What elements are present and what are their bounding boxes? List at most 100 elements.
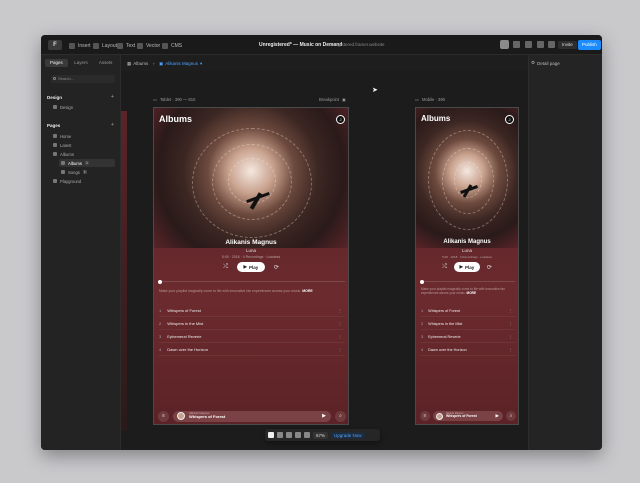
- track-row[interactable]: 3 Ephemeral Reverie ⋮: [159, 331, 345, 343]
- track-row[interactable]: 2 Whispers in the Mist ⋮: [421, 318, 515, 330]
- tab-assets[interactable]: Assets: [94, 59, 117, 67]
- breadcrumb-detail[interactable]: ▣ Alikanis Magnus ▾: [159, 60, 202, 67]
- progress-thumb[interactable]: [420, 279, 424, 284]
- hand-tool-icon[interactable]: [277, 432, 283, 438]
- upgrade-button[interactable]: Upgrade Now: [331, 431, 365, 439]
- breakpoint-label[interactable]: Breakpoint ▣: [319, 97, 346, 102]
- add-page-icon[interactable]: +: [111, 122, 114, 128]
- sidebar-item-albums[interactable]: Albums: [53, 150, 74, 158]
- tab-pages[interactable]: Pages: [45, 59, 68, 67]
- track-row[interactable]: 3 Ephemeral Reverie ⋮: [421, 331, 515, 343]
- play-icon[interactable]: ▶: [496, 413, 499, 419]
- gear-icon[interactable]: [525, 41, 532, 48]
- breakpoint-text: Breakpoint: [319, 97, 340, 102]
- sidebar-item-design[interactable]: Design: [53, 103, 73, 111]
- breadcrumb-albums[interactable]: ▦ Albums: [127, 60, 148, 67]
- cursor-tool-icon[interactable]: [268, 432, 274, 438]
- repeat-icon[interactable]: ⟳: [487, 264, 492, 271]
- album-meta: 5:00 · 2018 · 4 Recordings · Lossless: [442, 255, 492, 259]
- avatar[interactable]: [500, 40, 509, 49]
- progress-bar[interactable]: [158, 279, 345, 284]
- more-link[interactable]: MORE: [467, 291, 477, 295]
- search-input[interactable]: Search...: [51, 75, 115, 83]
- more-options-icon[interactable]: ⋮: [508, 347, 512, 352]
- add-design-icon[interactable]: +: [111, 94, 114, 100]
- play-preview-icon[interactable]: [548, 41, 555, 48]
- search-icon[interactable]: ⌕: [335, 410, 346, 422]
- tablet-frame[interactable]: Albums J Alikanis Magnus Luna 5:00 · 201…: [153, 107, 349, 425]
- breakpoint-icon: ▣: [342, 97, 346, 102]
- mouse-cursor-icon: ➤: [372, 87, 378, 94]
- shuffle-icon[interactable]: ⤮: [223, 264, 228, 271]
- sidebar-item-latest[interactable]: Latest: [53, 141, 71, 149]
- detail-page-label[interactable]: ⚙ Detail page: [531, 60, 560, 66]
- track-row[interactable]: 4 Dawn over the Horizon ⋮: [159, 344, 345, 356]
- user-avatar-icon[interactable]: J: [336, 115, 345, 124]
- home-icon: [53, 134, 57, 138]
- more-options-icon[interactable]: ⋮: [508, 308, 512, 313]
- project-url[interactable]: unregistered.framer.website: [329, 42, 385, 47]
- cms-tool[interactable]: CMS: [162, 41, 182, 50]
- playback-controls: ⤮ ▶ Play ⟳: [154, 262, 348, 272]
- plus-icon: [69, 42, 75, 49]
- text-tool[interactable]: Text: [117, 41, 135, 50]
- publish-button[interactable]: Publish: [578, 40, 601, 50]
- tablet-frame-label[interactable]: ▭ Tablet · 390 — 810: [153, 97, 195, 102]
- more-options-icon[interactable]: ⋮: [338, 334, 342, 339]
- sidebar-item-songs[interactable]: Songs 1: [61, 168, 87, 176]
- more-options-icon[interactable]: ⋮: [338, 308, 342, 313]
- track-row[interactable]: 2 Whispers in the Mist ⋮: [159, 318, 345, 330]
- database-icon: [162, 42, 168, 49]
- more-options-icon[interactable]: ⋮: [508, 334, 512, 339]
- text-label: Text: [126, 42, 136, 49]
- canvas[interactable]: ▭ Tablet · 390 — 810 Breakpoint ▣ Albums J…: [121, 71, 528, 450]
- mobile-frame[interactable]: Albums J Alikanis Magnus Luna 5:00 · 201…: [415, 107, 519, 425]
- sidebar-item-albums-detail[interactable]: Albums 1: [59, 159, 115, 167]
- analytics-icon[interactable]: [537, 41, 544, 48]
- zoom-level[interactable]: 67%: [313, 431, 329, 439]
- insert-tool[interactable]: Insert: [69, 41, 91, 50]
- queue-icon[interactable]: ≡: [420, 411, 430, 421]
- mobile-frame-label[interactable]: ▭ Mobile · 390: [415, 97, 445, 102]
- now-playing-bar[interactable]: Alikanis Magnus Whispers of Forest ▶: [173, 410, 331, 422]
- track-row[interactable]: 4 Dawn over the Horizon ⋮: [421, 344, 515, 356]
- now-playing-thumbnail: [436, 412, 443, 420]
- search-icon[interactable]: ⌕: [506, 411, 516, 421]
- queue-icon[interactable]: ≡: [158, 410, 169, 422]
- page-icon: [53, 143, 57, 147]
- more-options-icon[interactable]: ⋮: [508, 321, 512, 326]
- insert-label: Insert: [78, 42, 91, 49]
- layout-tool[interactable]: Layout: [93, 41, 117, 50]
- user-avatar-icon[interactable]: J: [505, 115, 514, 124]
- tab-layers[interactable]: Layers: [70, 59, 93, 67]
- settings-icon[interactable]: [513, 41, 520, 48]
- frame-icon[interactable]: [304, 432, 310, 438]
- play-button[interactable]: ▶ Play: [453, 262, 480, 272]
- more-link[interactable]: MORE: [302, 289, 313, 293]
- plus-icon[interactable]: [295, 432, 301, 438]
- gear-icon: ⚙: [531, 60, 536, 65]
- page-title: Albums: [421, 114, 451, 123]
- progress-bar[interactable]: [420, 279, 515, 284]
- vector-tool[interactable]: Vector: [137, 41, 160, 50]
- sidebar-item-playground[interactable]: Playground: [53, 177, 81, 185]
- repeat-icon[interactable]: ⟳: [274, 264, 279, 271]
- more-options-icon[interactable]: ⋮: [338, 347, 342, 352]
- framer-logo-icon[interactable]: F: [48, 40, 62, 50]
- description-text: Make your playlist magically come to lif…: [421, 287, 505, 296]
- album-description: Make your playlist magically come to lif…: [421, 287, 515, 295]
- more-options-icon[interactable]: ⋮: [338, 321, 342, 326]
- play-button[interactable]: ▶ Play: [236, 262, 265, 272]
- now-playing-title: Whispers of Forest: [189, 414, 226, 420]
- track-number: 4: [421, 347, 424, 352]
- now-playing-bar[interactable]: Alikanis Magnus Whispers of Forest ▶: [433, 411, 503, 421]
- comment-icon[interactable]: [286, 432, 292, 438]
- sidebar-item-home[interactable]: Home: [53, 132, 71, 140]
- progress-thumb[interactable]: [158, 279, 162, 284]
- sidebar-item-label: Albums: [68, 160, 82, 166]
- track-row[interactable]: 1 Whispers of Forest ⋮: [421, 305, 515, 317]
- track-row[interactable]: 1 Whispers of Forest ⋮: [159, 305, 345, 317]
- shuffle-icon[interactable]: ⤮: [442, 264, 447, 271]
- play-icon[interactable]: ▶: [322, 413, 326, 419]
- invite-button[interactable]: Invite: [558, 41, 577, 49]
